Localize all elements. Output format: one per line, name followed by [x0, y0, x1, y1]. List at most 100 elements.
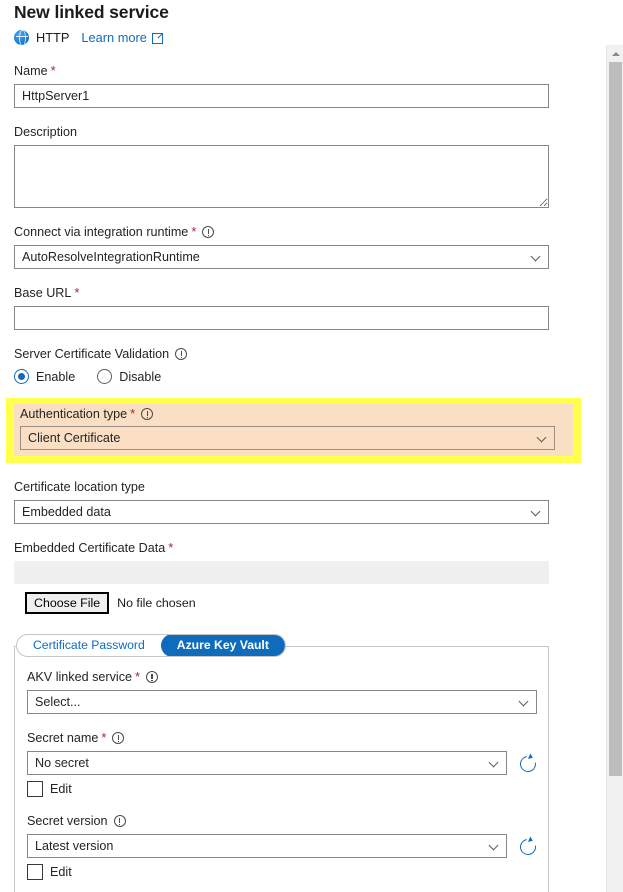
info-icon[interactable]	[112, 732, 125, 744]
embedded-certificate-data-readonly-input	[14, 561, 549, 584]
form-content: New linked service HTTP Learn more Name …	[0, 0, 600, 892]
refresh-icon[interactable]	[519, 838, 536, 855]
file-picker-row: Choose File No file chosen	[14, 592, 600, 614]
secret-version-select-wrapper: Latest version	[27, 834, 507, 858]
globe-icon	[14, 29, 29, 45]
secret-name-label-text: Secret name	[27, 731, 99, 745]
integration-runtime-label-text: Connect via integration runtime	[14, 225, 189, 239]
external-link-icon	[151, 32, 163, 44]
embedded-certificate-data-required-marker: *	[168, 540, 174, 555]
base-url-label-text: Base URL	[14, 286, 72, 300]
file-status-text: No file chosen	[117, 596, 196, 610]
secret-name-select[interactable]: No secret	[27, 751, 507, 775]
server-certificate-validation-label: Server Certificate Validation	[14, 346, 600, 362]
secret-version-label: Secret version	[27, 813, 536, 829]
authentication-type-label-text: Authentication type	[20, 407, 128, 421]
service-subheader: HTTP Learn more	[14, 27, 600, 47]
info-icon[interactable]	[141, 408, 154, 420]
authentication-type-value: Client Certificate	[28, 431, 121, 445]
radio-enable-dot	[14, 369, 29, 384]
scroll-thumb[interactable]	[609, 62, 622, 776]
name-required-marker: *	[50, 63, 56, 78]
certificate-location-type-value: Embedded data	[22, 505, 111, 519]
secret-name-edit-label: Edit	[50, 782, 72, 796]
secret-version-row: Latest version	[27, 834, 536, 858]
akv-linked-service-label-text: AKV linked service	[27, 670, 132, 684]
integration-runtime-select[interactable]: AutoResolveIntegrationRuntime	[14, 245, 549, 269]
radio-disable[interactable]: Disable	[97, 369, 161, 384]
linked-service-panel: New linked service HTTP Learn more Name …	[0, 0, 600, 892]
name-label: Name *	[14, 63, 600, 79]
integration-runtime-field-group: Connect via integration runtime * AutoRe…	[14, 224, 600, 269]
base-url-required-marker: *	[74, 285, 80, 300]
embedded-certificate-data-field-group: Embedded Certificate Data * Choose File …	[14, 540, 600, 614]
learn-more-link[interactable]: Learn more	[81, 29, 163, 45]
server-certificate-validation-radios: Enable Disable	[14, 369, 600, 384]
tab-azure-key-vault[interactable]: Azure Key Vault	[160, 635, 285, 656]
authentication-type-highlight: Authentication type * Client Certificate	[6, 398, 581, 463]
authentication-type-required-marker: *	[130, 406, 136, 421]
tab-certificate-password[interactable]: Certificate Password	[17, 635, 161, 656]
certificate-location-type-field-group: Certificate location type Embedded data	[14, 479, 600, 524]
service-type-label: HTTP	[36, 29, 70, 45]
chevron-up-icon[interactable]	[607, 45, 623, 62]
info-icon[interactable]	[202, 226, 215, 238]
certificate-location-type-label: Certificate location type	[14, 479, 600, 495]
certificate-location-type-label-text: Certificate location type	[14, 480, 145, 494]
description-label-text: Description	[14, 125, 77, 139]
secret-version-select[interactable]: Latest version	[27, 834, 507, 858]
secret-name-label: Secret name *	[27, 730, 536, 746]
description-label: Description	[14, 124, 600, 140]
secret-version-field-group: Secret version Latest version Edit	[27, 813, 536, 880]
secret-name-row: No secret	[27, 751, 536, 775]
name-input[interactable]	[14, 84, 549, 108]
akv-linked-service-select[interactable]: Select...	[27, 690, 537, 714]
integration-runtime-label: Connect via integration runtime *	[14, 224, 600, 240]
akv-linked-service-select-wrapper: Select...	[27, 690, 537, 714]
refresh-icon[interactable]	[519, 755, 536, 772]
info-icon[interactable]	[175, 348, 188, 360]
secret-name-edit-checkbox[interactable]	[27, 781, 43, 797]
secret-version-edit-label: Edit	[50, 865, 72, 879]
credential-toggle-row: Certificate Password Azure Key Vault	[14, 634, 600, 657]
choose-file-button[interactable]: Choose File	[25, 592, 110, 614]
embedded-certificate-data-label-text: Embedded Certificate Data	[14, 541, 166, 555]
secret-name-edit-row: Edit	[27, 781, 536, 797]
secret-name-value: No secret	[35, 756, 89, 770]
radio-disable-label: Disable	[119, 369, 162, 384]
learn-more-label: Learn more	[81, 29, 147, 45]
info-icon[interactable]	[113, 815, 126, 827]
name-field-group: Name *	[14, 63, 600, 108]
radio-enable[interactable]: Enable	[14, 369, 75, 384]
credential-toggle: Certificate Password Azure Key Vault	[16, 634, 286, 657]
radio-disable-dot	[97, 369, 113, 384]
akv-linked-service-value: Select...	[35, 695, 81, 709]
certificate-location-type-select[interactable]: Embedded data	[14, 500, 549, 524]
server-certificate-validation-group: Server Certificate Validation Enable Dis…	[14, 346, 600, 384]
secret-version-label-text: Secret version	[27, 814, 108, 828]
server-certificate-validation-label-text: Server Certificate Validation	[14, 347, 170, 361]
description-textarea[interactable]	[14, 145, 549, 208]
authentication-type-field-group: Authentication type * Client Certificate	[14, 404, 573, 456]
base-url-input[interactable]	[14, 306, 549, 330]
akv-linked-service-field-group: AKV linked service * Select...	[27, 669, 537, 714]
certificate-location-type-select-wrapper: Embedded data	[14, 500, 549, 524]
integration-runtime-required-marker: *	[191, 224, 197, 239]
secret-version-edit-checkbox[interactable]	[27, 864, 43, 880]
azure-key-vault-section: AKV linked service * Select... Secret na…	[14, 646, 549, 892]
secret-name-field-group: Secret name * No secret Edit	[27, 730, 536, 797]
integration-runtime-select-wrapper: AutoResolveIntegrationRuntime	[14, 245, 549, 269]
info-icon[interactable]	[146, 671, 159, 683]
secret-name-select-wrapper: No secret	[27, 751, 507, 775]
vertical-scrollbar[interactable]	[606, 45, 623, 892]
integration-runtime-value: AutoResolveIntegrationRuntime	[22, 250, 200, 264]
description-field-group: Description	[14, 124, 600, 208]
authentication-type-select[interactable]: Client Certificate	[20, 426, 555, 450]
authentication-type-label: Authentication type *	[20, 406, 567, 422]
base-url-label: Base URL *	[14, 285, 600, 301]
authentication-type-select-wrapper: Client Certificate	[20, 426, 555, 450]
akv-linked-service-required-marker: *	[135, 669, 141, 684]
akv-linked-service-label: AKV linked service *	[27, 669, 536, 685]
secret-version-edit-row: Edit	[27, 864, 536, 880]
radio-enable-label: Enable	[36, 369, 76, 384]
